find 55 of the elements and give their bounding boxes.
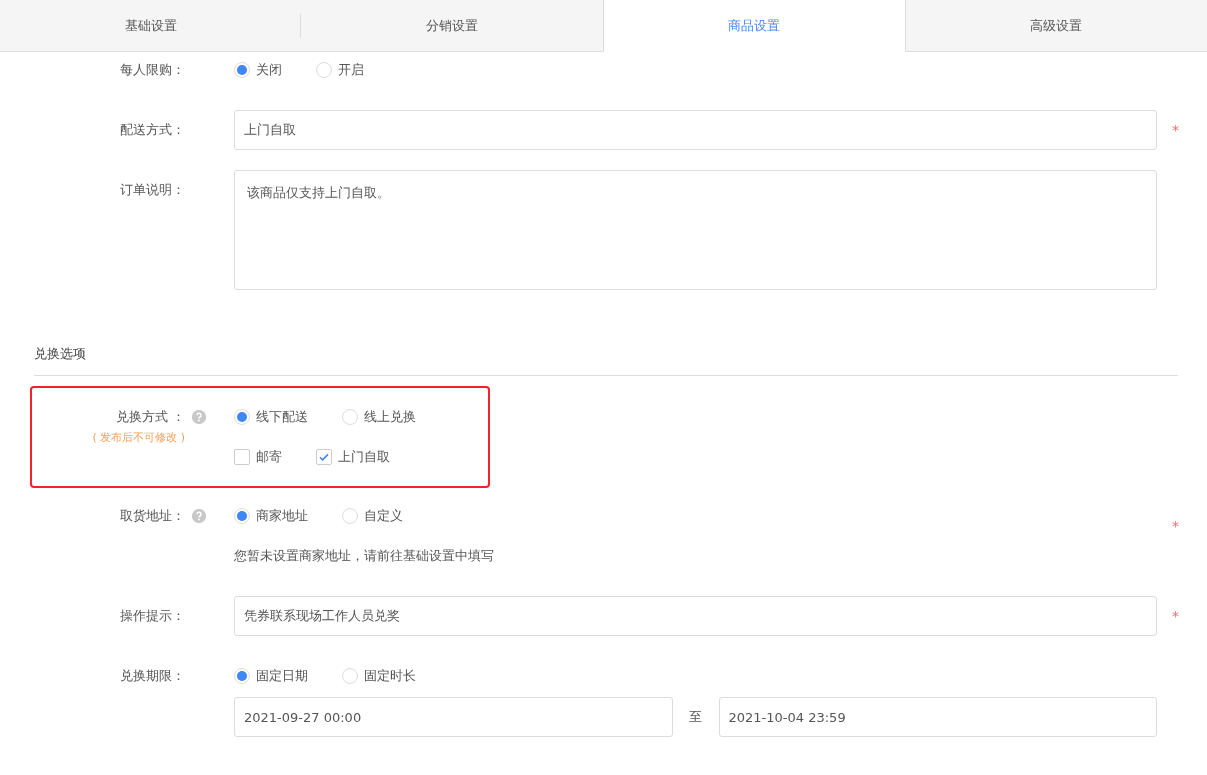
start-date-field[interactable]: 2021-09-27 00:00: [234, 697, 673, 737]
input-field[interactable]: 凭券联系现场工作人员兑奖: [234, 596, 1157, 636]
radio-label: 开启: [338, 61, 364, 80]
tab[interactable]: 分销设置: [301, 0, 603, 52]
radio-button[interactable]: [342, 668, 358, 684]
help-icon[interactable]: [192, 410, 206, 424]
textarea-field[interactable]: 该商品仅支持上门自取。: [234, 170, 1157, 290]
required-mark: *: [1171, 607, 1179, 626]
radio-option[interactable]: 自定义: [342, 506, 403, 526]
field-label: 订单说明：: [120, 181, 185, 199]
radio-option[interactable]: 商家地址: [234, 506, 308, 526]
radio-button[interactable]: [342, 409, 358, 425]
field-label: 兑换方式 ：: [115, 408, 185, 426]
radio-option[interactable]: 开启: [316, 60, 364, 80]
field-label: 每人限购：: [120, 61, 185, 79]
field-label: 操作提示：: [120, 607, 185, 625]
radio-label: 线下配送: [256, 408, 308, 427]
radio-button[interactable]: [234, 668, 250, 684]
tab[interactable]: 商品设置: [602, 0, 906, 52]
hint-text: 您暂未设置商家地址，请前往基础设置中填写: [234, 547, 495, 565]
input-field[interactable]: 上门自取: [234, 110, 1157, 150]
radio-option[interactable]: 线下配送: [234, 407, 308, 427]
radio-option[interactable]: 关闭: [234, 60, 282, 80]
field-label: 取货地址：: [120, 507, 185, 525]
range-separator: 至: [688, 708, 703, 727]
end-date-field[interactable]: 2021-10-04 23:59: [718, 697, 1157, 737]
radio-option[interactable]: 固定日期: [234, 666, 308, 686]
radio-label: 自定义: [364, 507, 403, 526]
field-label: 配送方式：: [120, 121, 185, 139]
radio-label: 商家地址: [256, 507, 308, 526]
checkbox[interactable]: [316, 449, 332, 465]
help-icon[interactable]: [192, 509, 206, 523]
checkbox[interactable]: [234, 449, 250, 465]
checkbox-option[interactable]: 邮寄: [234, 447, 282, 467]
radio-button[interactable]: [234, 508, 250, 524]
radio-button[interactable]: [316, 62, 332, 78]
required-mark: *: [1171, 517, 1179, 536]
field-label: 兑换期限：: [120, 667, 185, 685]
tab[interactable]: 高级设置: [905, 0, 1207, 52]
radio-button[interactable]: [234, 62, 250, 78]
required-mark: *: [1171, 121, 1179, 140]
checkbox-label: 邮寄: [256, 448, 282, 467]
radio-button[interactable]: [234, 409, 250, 425]
field-note: ( 发布后不可修改 ): [92, 430, 185, 446]
radio-label: 关闭: [256, 61, 282, 80]
radio-label: 固定时长: [364, 667, 416, 686]
section-title: 兑换选项: [34, 343, 1178, 376]
checkbox-option[interactable]: 上门自取: [316, 447, 390, 467]
tab[interactable]: 基础设置: [0, 0, 302, 52]
radio-label: 线上兑换: [364, 408, 416, 427]
checkbox-label: 上门自取: [338, 448, 390, 467]
radio-button[interactable]: [342, 508, 358, 524]
radio-option[interactable]: 线上兑换: [342, 407, 416, 427]
radio-label: 固定日期: [256, 667, 308, 686]
radio-option[interactable]: 固定时长: [342, 666, 416, 686]
